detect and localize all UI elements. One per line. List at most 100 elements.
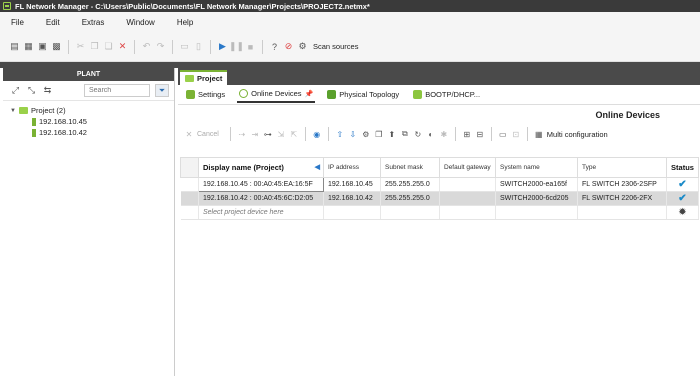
plant-search-box[interactable] [84, 84, 150, 97]
cell-status: ✹ [666, 205, 699, 220]
cut-icon[interactable]: ✂ [75, 41, 86, 52]
topology-icon [327, 90, 337, 99]
tab-label: Settings [198, 90, 226, 99]
import-icon[interactable]: ⇲ [276, 129, 286, 139]
column-header-status[interactable]: Status [666, 157, 699, 178]
column-header-system-name[interactable]: System name [495, 157, 578, 178]
column-header-subnet-mask[interactable]: Subnet mask [380, 157, 440, 178]
cell-ip-address[interactable]: 192.168.10.45 [323, 177, 381, 192]
menu-extras[interactable]: Extras [71, 18, 116, 27]
upload-icon[interactable]: ⇧ [335, 129, 345, 139]
config-icon[interactable]: ⚙ [361, 129, 371, 139]
layout-icon[interactable]: ▭ [179, 41, 190, 52]
save-all-icon[interactable]: ▩ [51, 41, 62, 52]
new-project-icon[interactable]: ▤ [9, 41, 20, 52]
reboot-icon[interactable]: ↻ [413, 129, 423, 139]
connect-icon[interactable]: ⇢ [237, 129, 247, 139]
table-row[interactable]: 192.168.10.45 : 00:A0:45:EA:16:5F 192.16… [180, 177, 699, 192]
link-icon[interactable]: ⇥ [250, 129, 260, 139]
plant-header: PLANT [3, 68, 174, 81]
ip-assign-icon[interactable]: ◉ [312, 129, 322, 139]
plant-panel: PLANT ⤢ ⤡ ⇆ ⏷ ▼ Project (2) 192.168.10.4… [3, 68, 175, 376]
tab-label: Physical Topology [339, 90, 400, 99]
new-device-selector[interactable]: Select project device here [198, 205, 324, 220]
copy-config-icon[interactable]: ❐ [374, 129, 384, 139]
cell-display-name[interactable]: 192.168.10.42 : 00:A0:45:6C:D2:05 [198, 191, 324, 206]
menu-edit[interactable]: Edit [35, 18, 71, 27]
save-icon[interactable]: ▣ [37, 41, 48, 52]
redo-icon[interactable]: ↷ [155, 41, 166, 52]
network-icon[interactable]: ⊶ [263, 129, 273, 139]
cell-type[interactable]: FL SWITCH 2206-2FX [577, 191, 667, 206]
chevron-down-icon[interactable]: ▼ [10, 108, 16, 114]
cell-system-name[interactable]: SWITCH2000-6cd205 [495, 191, 578, 206]
scan-sources-button[interactable]: Scan sources [313, 42, 358, 51]
cell-type[interactable]: FL SWITCH 2306-2SFP [577, 177, 667, 192]
tab-settings[interactable]: Settings [184, 87, 227, 103]
tree-item-project[interactable]: ▼ Project (2) [10, 105, 174, 116]
tools-icon[interactable]: ✱ [439, 129, 449, 139]
play-icon[interactable]: ▶ [217, 41, 228, 52]
monitor-icon[interactable]: ◐ [426, 129, 436, 139]
table-row[interactable]: 192.168.10.42 : 00:A0:45:6C:D2:05 192.16… [180, 191, 699, 206]
column-header-default-gateway[interactable]: Default gateway [439, 157, 496, 178]
column-label: Display name (Project) [203, 163, 284, 172]
web-icon[interactable]: ⊡ [511, 129, 521, 139]
menu-window[interactable]: Window [115, 18, 165, 27]
plant-search-input[interactable] [89, 87, 145, 94]
tree-item-device[interactable]: 192.168.10.42 [10, 127, 174, 138]
cell-display-name[interactable]: 192.168.10.45 : 00:A0:45:EA:16:5F [198, 177, 324, 192]
multi-configuration-button[interactable]: Multi configuration [547, 130, 608, 139]
split-icon[interactable]: ▯ [193, 41, 204, 52]
multi-config-icon[interactable]: ▦ [534, 129, 544, 139]
tab-physical-topology[interactable]: Physical Topology [325, 87, 401, 103]
pause-icon[interactable]: ❚❚ [229, 41, 244, 52]
tab-online-devices[interactable]: Online Devices 📌 [237, 87, 316, 103]
tab-bootp-dhcp[interactable]: BOOTP/DHCP... [411, 87, 482, 103]
cell-ip-address[interactable]: 192.168.10.42 [323, 191, 381, 206]
download-icon[interactable]: ⇩ [348, 129, 358, 139]
cell-subnet-mask[interactable]: 255.255.255.0 [380, 177, 440, 192]
scan-stop-icon[interactable]: ⊘ [283, 41, 294, 52]
cell-system-name[interactable]: SWITCH2000-ea165f [495, 177, 578, 192]
terminal-icon[interactable]: ▭ [498, 129, 508, 139]
column-header-ip-address[interactable]: IP address [323, 157, 381, 178]
online-devices-table: Display name (Project) ◀ IP address Subne… [180, 157, 699, 220]
firmware-icon[interactable]: ⬆ [387, 129, 397, 139]
sync-icon[interactable]: ⇆ [42, 85, 53, 96]
cell-default-gateway[interactable] [439, 177, 496, 192]
table-row-new[interactable]: Select project device here ✹ [180, 205, 699, 220]
copy-icon[interactable]: ❐ [89, 41, 100, 52]
column-header-display-name[interactable]: Display name (Project) ◀ [198, 157, 324, 178]
tab-project[interactable]: Project [180, 70, 228, 85]
undo-icon[interactable]: ↶ [141, 41, 152, 52]
expand-all-icon[interactable]: ⤢ [10, 85, 21, 96]
tab-label: Project [197, 74, 223, 83]
sort-icon[interactable]: ◀ [315, 163, 320, 171]
cell-subnet-mask[interactable]: 255.255.255.0 [380, 191, 440, 206]
delete-icon[interactable]: ✕ [117, 41, 128, 52]
paste-icon[interactable]: ❏ [103, 41, 114, 52]
menu-help[interactable]: Help [166, 18, 204, 27]
cancel-button[interactable]: Cancel [197, 131, 219, 138]
tree-item-label: Project (2) [31, 106, 66, 115]
filter-icon[interactable]: ⏷ [155, 84, 169, 97]
tree-item-device[interactable]: 192.168.10.45 [10, 116, 174, 127]
add-device-icon[interactable]: ⊞ [462, 129, 472, 139]
subtab-bar: Settings Online Devices 📌 Physical Topol… [178, 85, 700, 105]
help-icon[interactable]: ? [269, 41, 280, 52]
collapse-all-icon[interactable]: ⤡ [26, 85, 37, 96]
menu-file[interactable]: File [0, 18, 35, 27]
tree-item-label: 192.168.10.45 [39, 117, 87, 126]
column-header-type[interactable]: Type [577, 157, 667, 178]
cancel-icon[interactable]: ✕ [184, 129, 194, 139]
remove-device-icon[interactable]: ⊟ [475, 129, 485, 139]
pin-icon[interactable]: 📌 [305, 90, 314, 98]
open-project-icon[interactable]: ▦ [23, 41, 34, 52]
scan-sources-icon[interactable]: ⚙ [297, 41, 308, 52]
export-icon[interactable]: ⇱ [289, 129, 299, 139]
stop-icon[interactable]: ■ [245, 41, 256, 52]
compare-icon[interactable]: ⧉ [400, 129, 410, 139]
cell-default-gateway[interactable] [439, 191, 496, 206]
device-icon [32, 128, 36, 137]
